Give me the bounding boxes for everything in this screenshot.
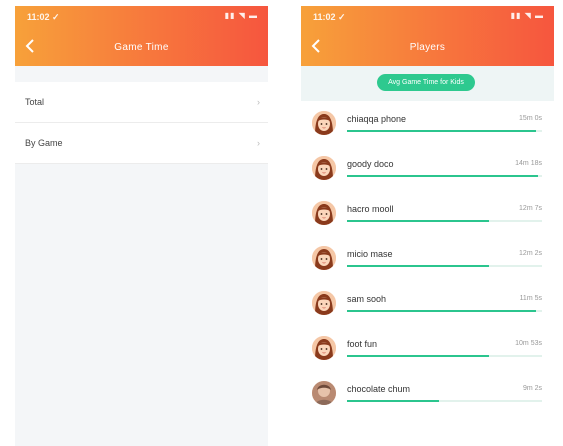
game-time-value: 9m 2s [522,385,542,392]
progress-track [347,175,542,177]
avatar [312,246,336,270]
player-name: chocolate chum [347,384,411,394]
signal-battery-icons: ▮▮ ◥ ▬ [510,11,544,20]
chevron-right-icon: › [257,138,260,148]
avatar [312,291,336,315]
page-title: Players [409,42,446,53]
status-bar: 11:02 ✓ ▮▮ ◥ ▬ [301,6,554,28]
progress-fill [347,400,439,402]
progress-fill [347,355,490,357]
chevron-right-icon: › [257,97,260,107]
status-time: 11:02 ✓ [27,12,60,22]
signal-battery-icons: ▮▮ ◥ ▬ [224,11,258,20]
avatar [312,111,336,135]
progress-fill [347,130,537,132]
page-title: Game Time [114,42,169,53]
avatar [312,201,336,225]
player-row[interactable]: foot fun 10m 53s [301,326,554,371]
player-name: hacro mooll [347,204,394,214]
player-row[interactable]: goody doco 14m 18s [301,146,554,191]
avatar [312,336,336,360]
player-row[interactable]: chocolate chum 9m 2s [301,371,554,416]
player-row[interactable]: chiaqqa phone 15m 0s [301,101,554,146]
game-time-value: 15m 0s [519,115,542,122]
girl-avatar-icon [312,336,336,360]
game-time-value: 10m 53s [515,340,542,347]
avg-game-time-button[interactable]: Avg Game Time for Kids [377,74,475,91]
menu-list: Total › By Game › [15,82,268,164]
filter-strip: Avg Game Time for Kids [301,66,554,101]
chevron-left-icon [25,39,34,53]
player-name: micio mase [347,249,393,259]
progress-fill [347,175,539,177]
progress-track [347,130,542,132]
game-time-screen: 11:02 ✓ ▮▮ ◥ ▬ Game Time Total › By Game… [15,6,268,446]
app-header: 11:02 ✓ ▮▮ ◥ ▬ Game Time [15,6,268,66]
game-time-value: 12m 7s [519,205,542,212]
menu-item-label: Total [25,97,45,107]
game-time-value: 11m 5s [519,295,542,302]
status-bar: 11:02 ✓ ▮▮ ◥ ▬ [15,6,268,28]
progress-track [347,400,542,402]
chevron-left-icon [311,39,320,53]
avatar [312,381,336,405]
avatar [312,156,336,180]
player-name: sam sooh [347,294,387,304]
girl-avatar-icon [312,201,336,225]
menu-item-label: By Game [25,138,63,148]
photo-avatar-icon [312,381,336,405]
player-row[interactable]: sam sooh 11m 5s [301,281,554,326]
menu-item-by-game[interactable]: By Game › [15,123,268,164]
progress-fill [347,220,490,222]
progress-fill [347,310,537,312]
girl-avatar-icon [312,156,336,180]
progress-track [347,355,542,357]
player-name: goody doco [347,159,394,169]
progress-track [347,220,542,222]
menu-item-total[interactable]: Total › [15,82,268,123]
progress-fill [347,265,490,267]
status-time: 11:02 ✓ [313,12,346,22]
player-row[interactable]: micio mase 12m 2s [301,236,554,281]
player-name: foot fun [347,339,378,349]
app-header: 11:02 ✓ ▮▮ ◥ ▬ Players [301,6,554,66]
progress-track [347,310,542,312]
back-button[interactable] [25,36,45,56]
players-screen: 11:02 ✓ ▮▮ ◥ ▬ Players Avg Game Time for… [301,6,554,446]
girl-avatar-icon [312,291,336,315]
player-row[interactable]: hacro mooll 12m 7s [301,191,554,236]
player-name: chiaqqa phone [347,114,407,124]
progress-track [347,265,542,267]
girl-avatar-icon [312,246,336,270]
back-button[interactable] [311,36,331,56]
player-list: chiaqqa phone 15m 0s goody doco 14m 18s hacr… [301,101,554,416]
girl-avatar-icon [312,111,336,135]
game-time-value: 14m 18s [515,160,542,167]
game-time-value: 12m 2s [519,250,542,257]
